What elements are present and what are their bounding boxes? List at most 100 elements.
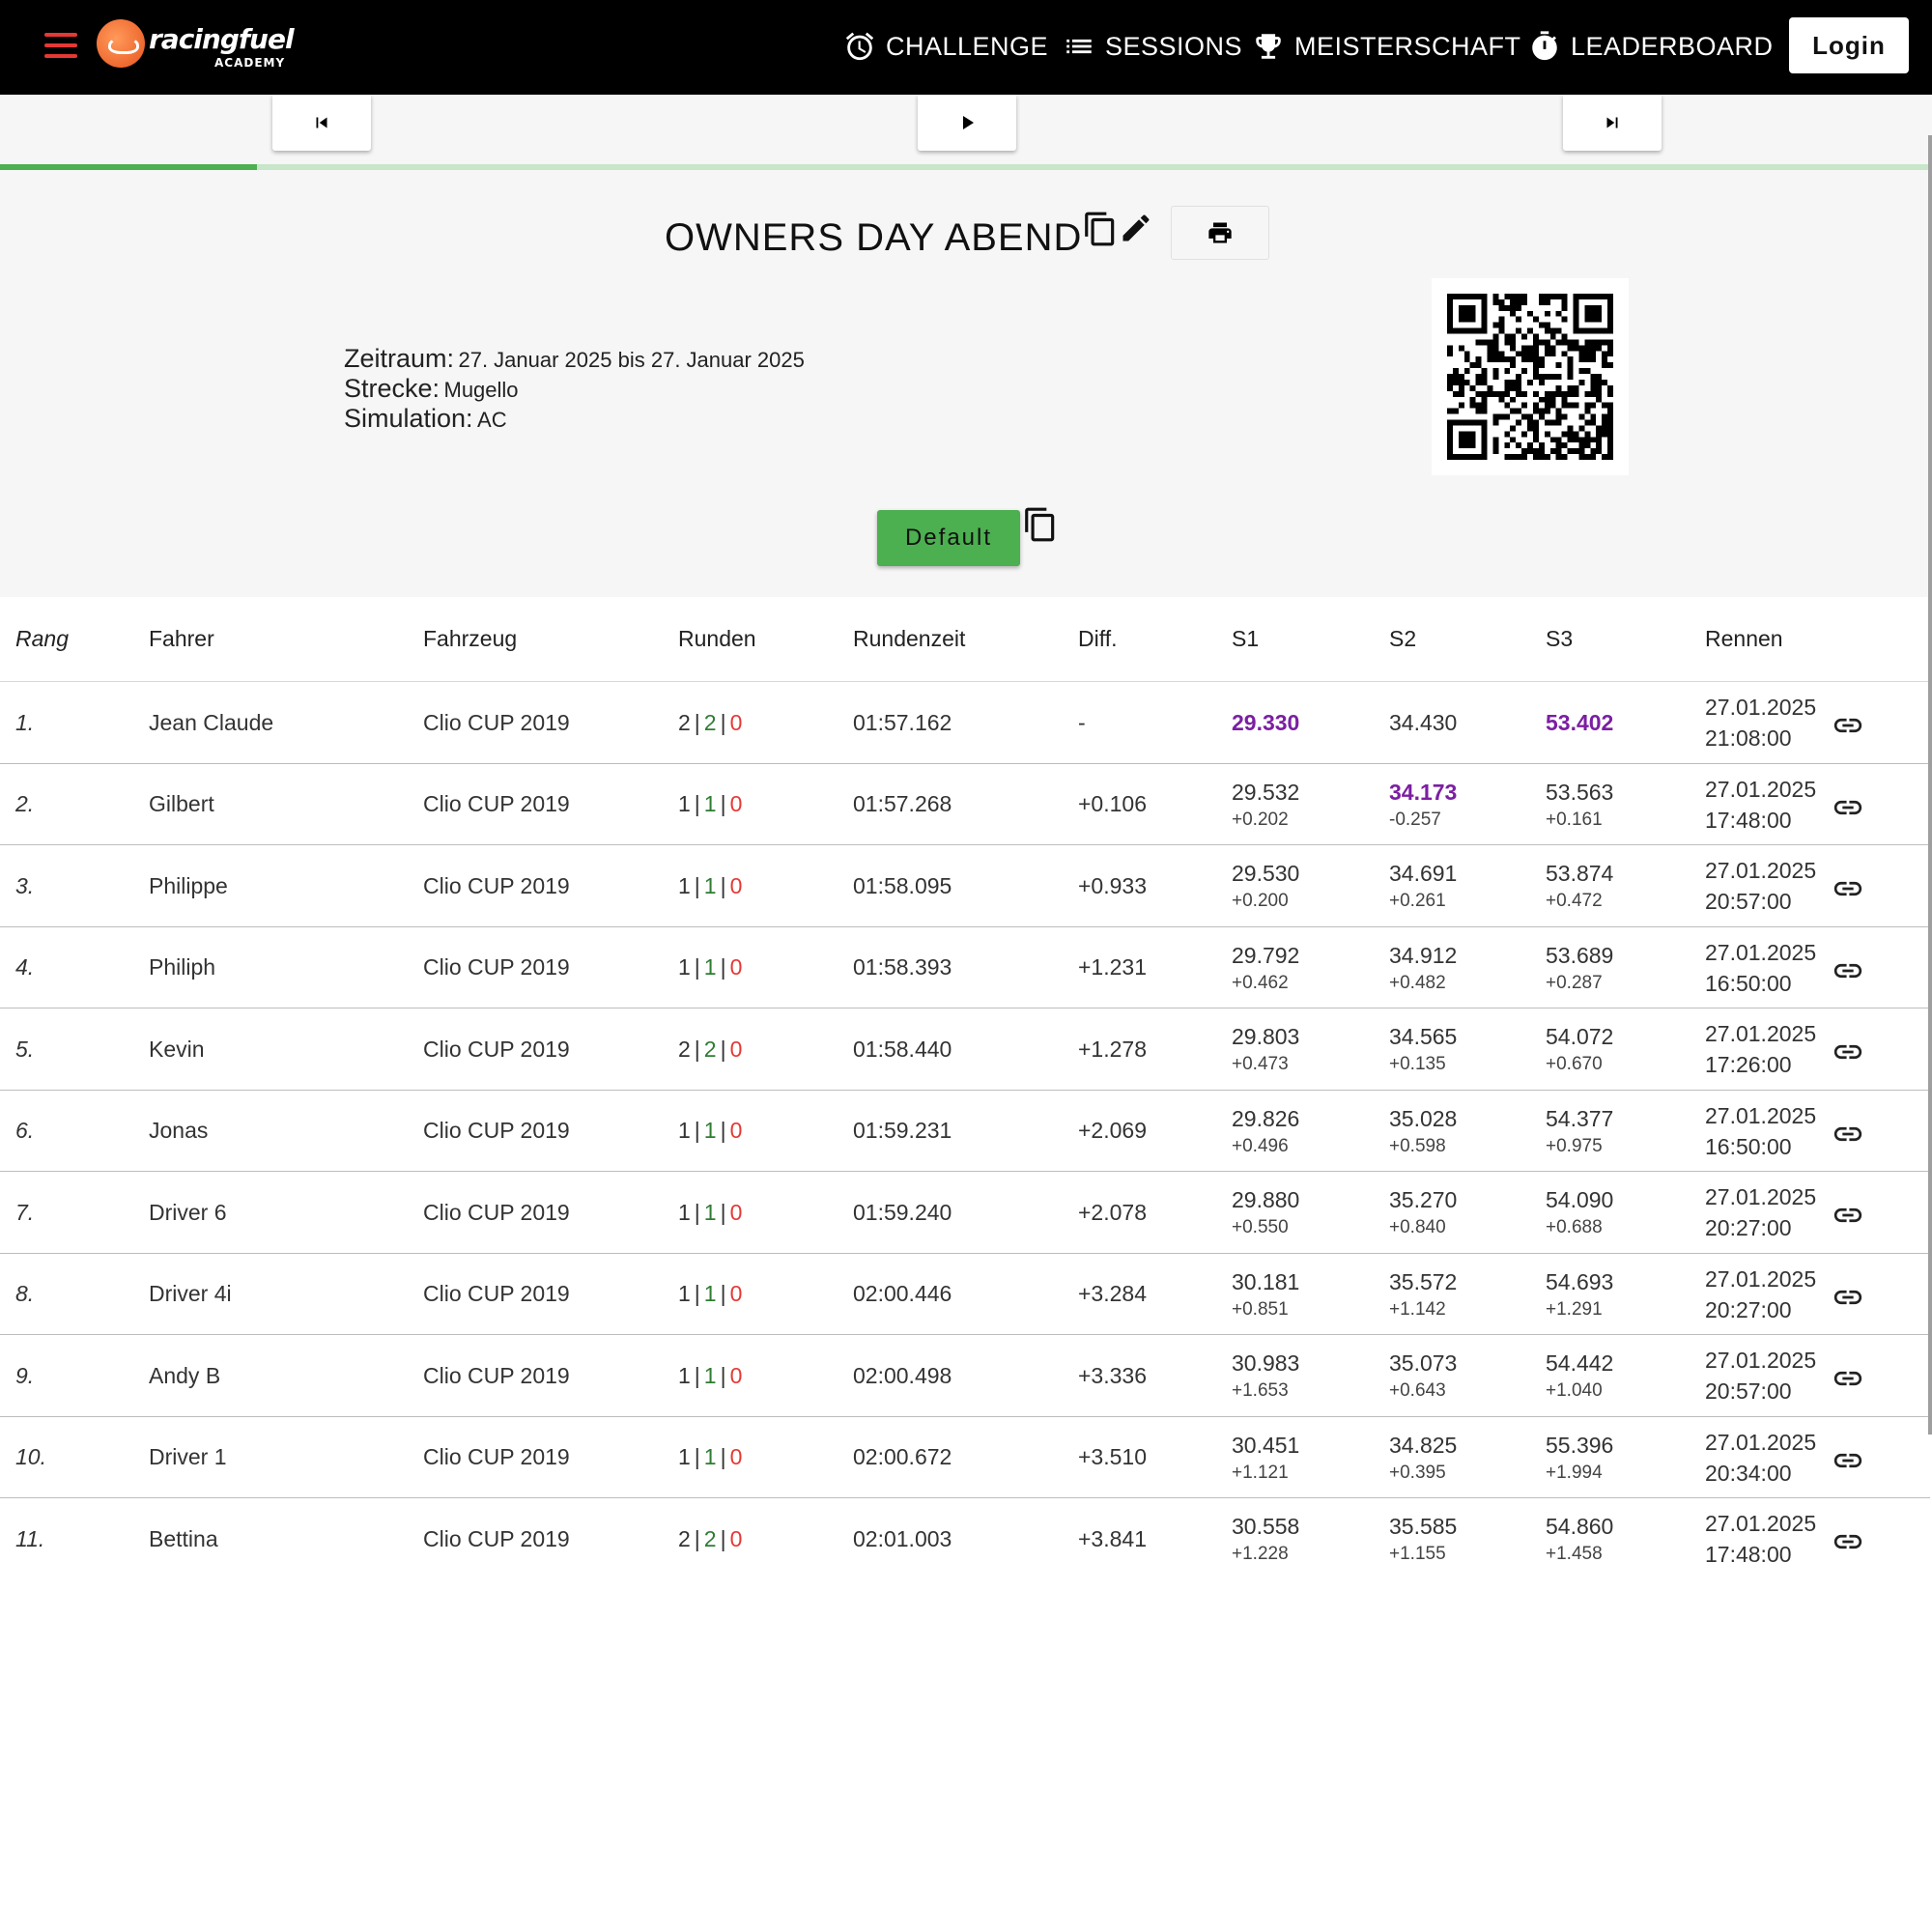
qr-module xyxy=(1469,362,1476,369)
link-icon[interactable] xyxy=(1832,1199,1864,1232)
qr-module xyxy=(1607,362,1613,369)
qr-module xyxy=(1516,379,1522,385)
header-rundenzeit[interactable]: Rundenzeit xyxy=(853,626,965,652)
rundenzeit-cell: 01:57.162 xyxy=(853,709,952,735)
race-time: 16:50:00 xyxy=(1705,970,1792,996)
scrollbar[interactable] xyxy=(1928,135,1932,1435)
table-row[interactable]: 9. Andy B Clio CUP 2019 1 | 1 | 0 02:00.498 … xyxy=(0,1335,1930,1417)
link-icon[interactable] xyxy=(1832,1118,1864,1151)
copy-icon[interactable] xyxy=(1082,211,1119,247)
table-row[interactable]: 6. Jonas Clio CUP 2019 1 | 1 | 0 01:59.231 +… xyxy=(0,1091,1930,1172)
s1-time: 29.530 xyxy=(1232,861,1300,886)
nav-sessions[interactable]: SESSIONS xyxy=(1063,17,1242,75)
s3-cell: 54.693 +1.291 xyxy=(1546,1254,1613,1335)
header-fahrer[interactable]: Fahrer xyxy=(149,626,214,652)
rennen-cell: 27.01.2025 21:08:00 xyxy=(1705,682,1816,763)
racingfuel-logo[interactable]: racingfuel ACADEMY xyxy=(97,17,299,77)
header-fahrzeug[interactable]: Fahrzeug xyxy=(423,626,517,652)
table-row[interactable]: 1. Jean Claude Clio CUP 2019 2 | 2 | 0 01:57… xyxy=(0,682,1930,764)
nav-leaderboard[interactable]: LEADERBOARD xyxy=(1528,17,1774,75)
s3-diff: +1.994 xyxy=(1546,1462,1603,1483)
laps-total: 2 xyxy=(678,1036,691,1062)
qr-module xyxy=(1521,298,1528,305)
default-button[interactable]: Default xyxy=(877,510,1020,566)
link-icon[interactable] xyxy=(1832,1362,1864,1395)
table-row[interactable]: 8. Driver 4i Clio CUP 2019 1 | 1 | 0 02:00.4… xyxy=(0,1254,1930,1335)
table-row[interactable]: 5. Kevin Clio CUP 2019 2 | 2 | 0 01:58.440 +… xyxy=(0,1009,1930,1091)
nav-challenge[interactable]: CHALLENGE xyxy=(843,17,1048,75)
s1-cell: 30.181 +0.851 xyxy=(1232,1254,1299,1335)
skip-next-button[interactable] xyxy=(1563,95,1662,151)
nav-meisterschaft[interactable]: MEISTERSCHAFT xyxy=(1252,17,1521,75)
qr-module xyxy=(1538,322,1545,328)
qr-module xyxy=(1481,322,1488,328)
link-icon[interactable] xyxy=(1832,791,1864,824)
header-diff[interactable]: Diff. xyxy=(1078,626,1117,652)
header-s2[interactable]: S2 xyxy=(1389,626,1416,652)
qr-module xyxy=(1481,294,1488,299)
link-icon[interactable] xyxy=(1832,1281,1864,1314)
header-s1[interactable]: S1 xyxy=(1232,626,1259,652)
rennen-cell: 27.01.2025 17:48:00 xyxy=(1705,1498,1816,1579)
s2-diff: +0.482 xyxy=(1389,972,1446,993)
qr-module xyxy=(1521,333,1528,340)
qr-module xyxy=(1527,442,1533,449)
copy-icon[interactable] xyxy=(1022,506,1059,543)
login-button[interactable]: Login xyxy=(1789,17,1909,73)
s3-cell: 54.442 +1.040 xyxy=(1546,1335,1613,1416)
laps-separator: | xyxy=(720,872,726,898)
qr-module xyxy=(1584,304,1591,311)
qr-module xyxy=(1481,304,1488,311)
print-button[interactable] xyxy=(1171,206,1269,260)
table-row[interactable]: 10. Driver 1 Clio CUP 2019 1 | 1 | 0 02:00.6… xyxy=(0,1417,1930,1498)
table-row[interactable]: 4. Philiph Clio CUP 2019 1 | 1 | 0 01:58.393… xyxy=(0,927,1930,1009)
qr-module xyxy=(1492,333,1499,340)
qr-module xyxy=(1492,322,1499,328)
header-runden[interactable]: Runden xyxy=(678,626,756,652)
qr-module xyxy=(1447,454,1453,460)
table-row[interactable]: 2. Gilbert Clio CUP 2019 1 | 1 | 0 01:57.268… xyxy=(0,764,1930,845)
link-icon[interactable] xyxy=(1832,872,1864,905)
link-icon[interactable] xyxy=(1832,1444,1864,1477)
qr-module xyxy=(1602,327,1608,334)
table-row[interactable]: 11. Bettina Clio CUP 2019 2 | 2 | 0 02:01.00… xyxy=(0,1498,1930,1580)
laps-invalid: 0 xyxy=(729,1118,743,1143)
s2-time: 35.572 xyxy=(1389,1268,1458,1294)
playback-progress-bar[interactable] xyxy=(0,164,1930,170)
qr-module xyxy=(1475,374,1482,380)
laps-separator: | xyxy=(720,1199,726,1225)
edit-icon[interactable] xyxy=(1119,211,1153,245)
qr-module xyxy=(1469,384,1476,391)
rundenzeit-cell: 02:00.498 xyxy=(853,1362,952,1388)
play-button[interactable] xyxy=(918,95,1016,151)
qr-module xyxy=(1544,419,1550,426)
qr-module xyxy=(1532,437,1539,443)
link-icon[interactable] xyxy=(1832,1525,1864,1558)
qr-module xyxy=(1544,408,1550,414)
header-s3[interactable]: S3 xyxy=(1546,626,1573,652)
s1-diff: +0.550 xyxy=(1232,1217,1289,1237)
link-icon[interactable] xyxy=(1832,709,1864,742)
qr-module xyxy=(1578,413,1585,420)
qr-module xyxy=(1469,442,1476,449)
s3-cell: 53.402 xyxy=(1546,682,1613,763)
table-row[interactable]: 7. Driver 6 Clio CUP 2019 1 | 1 | 0 01:59.24… xyxy=(0,1172,1930,1254)
nav-challenge-label: CHALLENGE xyxy=(886,31,1049,61)
qr-module xyxy=(1590,379,1597,385)
qr-module xyxy=(1481,374,1488,380)
header-rennen[interactable]: Rennen xyxy=(1705,626,1783,652)
link-icon[interactable] xyxy=(1832,1036,1864,1068)
qr-module xyxy=(1538,396,1545,403)
header-rang[interactable]: Rang xyxy=(15,626,69,652)
menu-icon[interactable] xyxy=(44,33,77,58)
skip-previous-button[interactable] xyxy=(272,95,371,151)
s3-diff: +0.688 xyxy=(1546,1217,1603,1237)
qr-module xyxy=(1504,294,1511,299)
link-icon[interactable] xyxy=(1832,954,1864,987)
rang-cell: 2. xyxy=(15,791,35,816)
diff-cell: +3.510 xyxy=(1078,1444,1147,1469)
table-row[interactable]: 3. Philippe Clio CUP 2019 1 | 1 | 0 01:58.09… xyxy=(0,845,1930,927)
qr-module xyxy=(1481,298,1488,305)
qr-module xyxy=(1532,345,1539,352)
qr-module xyxy=(1481,431,1488,438)
